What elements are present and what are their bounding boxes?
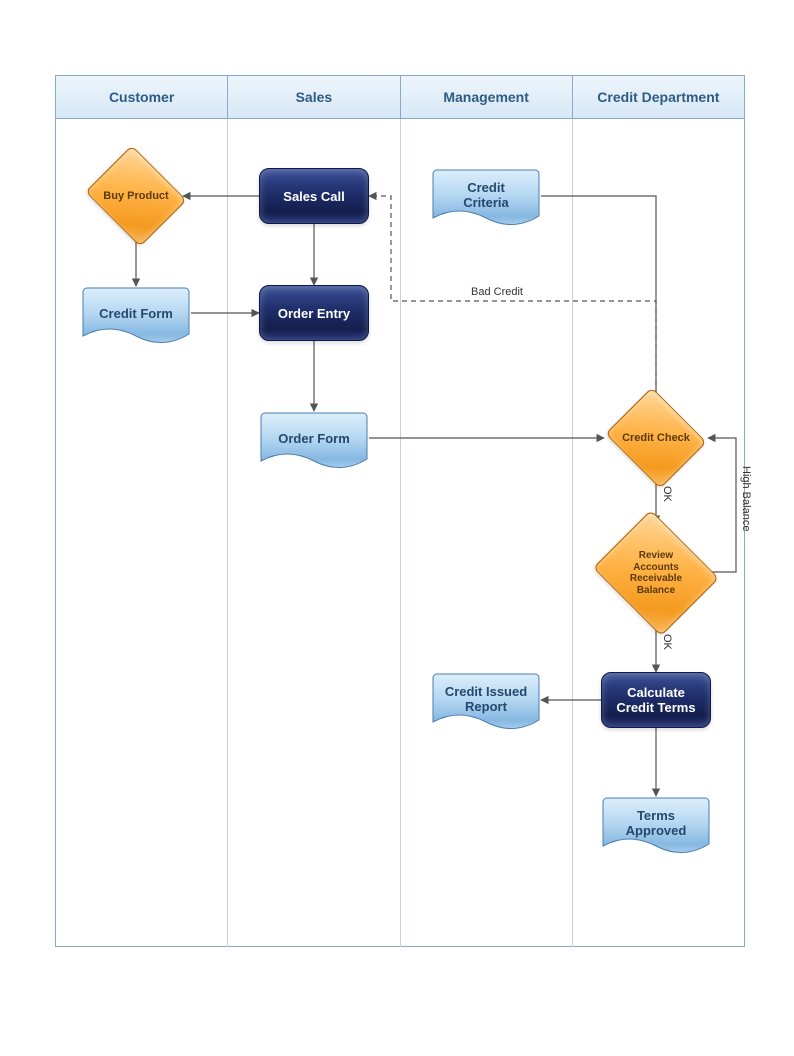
lane-body-management	[401, 119, 573, 947]
lane-body-customer	[56, 119, 228, 947]
swimlane-frame: Customer Sales Management Credit Departm…	[55, 75, 745, 947]
lane-header-sales: Sales	[228, 76, 400, 118]
lane-body-sales	[228, 119, 400, 947]
lane-body-row	[56, 119, 744, 947]
lane-header-credit: Credit Department	[573, 76, 744, 118]
lane-header-customer: Customer	[56, 76, 228, 118]
lane-header-management: Management	[401, 76, 573, 118]
lane-header-row: Customer Sales Management Credit Departm…	[56, 76, 744, 119]
lane-body-credit	[573, 119, 744, 947]
